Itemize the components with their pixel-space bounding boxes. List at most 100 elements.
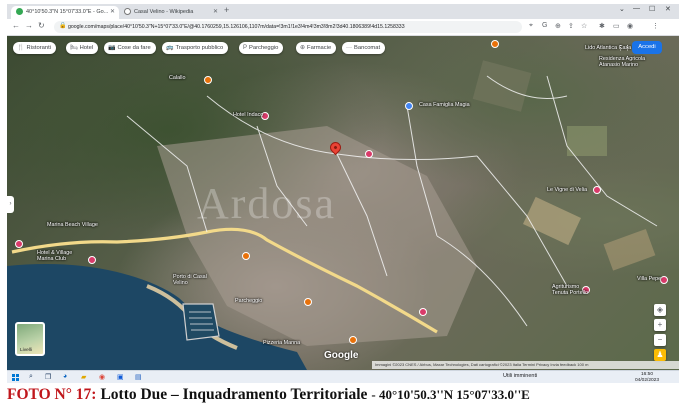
place-label[interactable]: Residenza Agricola Atanasio Marino xyxy=(599,56,659,68)
pegman-icon[interactable]: ♟ xyxy=(654,349,666,361)
poi-marker[interactable] xyxy=(419,308,427,316)
place-label[interactable]: Pizzeria Manna xyxy=(263,340,300,346)
close-tab-icon[interactable]: ✕ xyxy=(213,6,218,19)
chip-label: Bancomat xyxy=(354,45,381,51)
reload-icon[interactable]: ↻ xyxy=(38,21,45,30)
weather-widget[interactable]: Utili imminenti xyxy=(503,373,537,379)
zoom-icon[interactable]: ⊕ xyxy=(555,22,561,30)
chip-atm[interactable]: ··· Bancomat xyxy=(342,42,386,54)
windows-taskbar: ⌕ ❐ ◕ ▰ ◉ ▣ ▤ Utili imminenti 16:50 04/0… xyxy=(7,370,679,383)
poi-marker[interactable] xyxy=(204,76,212,84)
more-icon: ··· xyxy=(346,45,352,51)
windows-start-icon[interactable] xyxy=(12,374,19,381)
bus-icon: 🚌 xyxy=(166,45,174,51)
poi-marker[interactable] xyxy=(593,186,601,194)
poi-marker[interactable] xyxy=(491,40,499,48)
new-tab-button[interactable]: + xyxy=(224,5,229,15)
location-icon[interactable]: ⌖ xyxy=(529,22,533,30)
place-label[interactable]: Calallo xyxy=(169,75,185,81)
chip-label: Cose da fare xyxy=(117,45,151,51)
place-label[interactable]: Hotel Indaco xyxy=(233,112,263,118)
compass-icon[interactable]: ◈ xyxy=(654,304,666,316)
chip-label: Trasporto pubblico xyxy=(175,45,224,51)
google-logo: Google xyxy=(324,350,359,361)
caption-title: Lotto Due – Inquadramento Territoriale xyxy=(100,386,368,403)
place-label[interactable]: Porto di Casal Velino xyxy=(173,274,219,286)
poi-marker[interactable] xyxy=(660,276,668,284)
place-label[interactable]: Le Vigne di Velia xyxy=(547,187,587,193)
zoom-out-button[interactable]: − xyxy=(654,334,666,346)
chip-label: Farmacie xyxy=(307,45,332,51)
camera-icon: 📷 xyxy=(108,45,116,51)
maximize-icon[interactable]: ☐ xyxy=(649,5,655,13)
google-icon[interactable]: G xyxy=(542,22,547,29)
word-icon[interactable]: ▤ xyxy=(135,373,142,381)
zoom-in-button[interactable]: + xyxy=(654,319,666,331)
bookmark-star-icon[interactable]: ☆ xyxy=(581,22,587,30)
chevron-down-icon[interactable]: ⌄ xyxy=(619,5,625,13)
profile-icon[interactable]: ◉ xyxy=(627,22,633,30)
chip-label: Parcheggio xyxy=(249,45,279,51)
edge-browser-icon[interactable]: ◕ xyxy=(63,373,67,380)
field-area xyxy=(603,228,656,271)
fork-knife-icon: 🍴 xyxy=(17,45,25,51)
search-icon[interactable]: ⌕ xyxy=(29,373,33,381)
sidepanel-icon[interactable]: ▭ xyxy=(613,22,620,30)
poi-marker[interactable] xyxy=(405,102,413,110)
watermark: Ardosa xyxy=(197,179,337,228)
share-icon[interactable]: ⇪ xyxy=(568,22,574,30)
close-window-icon[interactable]: ✕ xyxy=(665,5,671,13)
minimize-icon[interactable]: — xyxy=(633,5,640,12)
lock-icon: 🔒 xyxy=(59,23,67,29)
chip-hotel[interactable]: 🛏 Hotel xyxy=(66,42,99,54)
extensions-icon[interactable]: ✱ xyxy=(599,22,605,30)
place-label[interactable]: Villa Pepe xyxy=(637,276,661,282)
satellite-map[interactable]: Lido Atlantica Casa Residenza Agricola A… xyxy=(7,36,679,370)
poi-marker[interactable] xyxy=(242,252,250,260)
side-panel-toggle-chevron-icon[interactable]: › xyxy=(7,196,14,213)
hotel-poi-marker[interactable] xyxy=(365,150,373,158)
chip-restaurants[interactable]: 🍴 Ristoranti xyxy=(13,42,56,54)
poi-marker[interactable] xyxy=(304,298,312,306)
poi-marker[interactable] xyxy=(349,336,357,344)
address-bar[interactable]: 🔒 google.com/maps/place/40°10'50.3"N+15°… xyxy=(54,21,522,33)
harbour-basin xyxy=(182,303,220,341)
place-label[interactable]: Agriturismo Tenuta Portello xyxy=(552,284,592,296)
tab-label: Casal Velino - Wikipedia xyxy=(134,9,194,15)
poi-marker[interactable] xyxy=(15,240,23,248)
forward-arrow-icon[interactable]: → xyxy=(25,21,33,30)
chip-things-to-do[interactable]: 📷 Cose da fare xyxy=(104,42,156,54)
wikipedia-favicon-icon xyxy=(124,8,131,16)
chrome-icon[interactable]: ◉ xyxy=(99,373,105,381)
outlook-icon[interactable]: ▣ xyxy=(117,373,124,381)
place-label[interactable]: Casa Famiglia Magia xyxy=(419,102,470,108)
sign-in-button[interactable]: Accedi xyxy=(632,41,662,54)
back-arrow-icon[interactable]: ← xyxy=(12,21,20,30)
place-label[interactable]: Marina Beach Village xyxy=(47,222,98,228)
close-tab-icon[interactable]: ✕ xyxy=(110,6,115,19)
tab-google-maps[interactable]: 40°10'50.3"N 15°07'33.0"E - Go... ✕ xyxy=(11,6,119,19)
chip-label: Hotel xyxy=(79,45,94,51)
tab-wikipedia[interactable]: Casal Velino - Wikipedia ✕ xyxy=(119,6,222,19)
system-clock[interactable]: 16:50 04/02/2023 xyxy=(635,372,659,383)
browser-tab-strip: 40°10'50.3"N 15°07'33.0"E - Go... ✕ Casa… xyxy=(7,4,679,19)
url-text: google.com/maps/place/40°10'50.3"N+15°07… xyxy=(68,24,405,30)
apps-grid-icon[interactable]: ⋮⋮ xyxy=(617,44,631,52)
map-imagery xyxy=(7,60,658,370)
caption-coordinates: - 40°10'50.3''N 15°07'33.0''E xyxy=(371,387,530,402)
chip-parking[interactable]: P Parcheggio xyxy=(239,42,284,54)
place-label[interactable]: Parcheggio xyxy=(235,298,262,304)
chip-pharmacies[interactable]: ⊕ Farmacie xyxy=(296,42,337,54)
file-explorer-icon[interactable]: ▰ xyxy=(81,373,86,381)
pharmacy-icon: ⊕ xyxy=(300,45,306,51)
menu-dots-icon[interactable]: ⋮ xyxy=(652,22,659,30)
browser-toolbar: ← → ↻ 🔒 google.com/maps/place/40°10'50.3… xyxy=(7,19,679,36)
hotel-poi-marker[interactable] xyxy=(88,256,96,264)
photo-caption: FOTO N° 17: Lotto Due – Inquadramento Te… xyxy=(7,386,679,408)
task-view-icon[interactable]: ❐ xyxy=(45,373,51,381)
map-controls: ◈ + − ♟ xyxy=(654,304,666,364)
place-label[interactable]: Hotel & Village Marina Club xyxy=(37,250,87,262)
field-area xyxy=(523,196,581,246)
layers-button[interactable]: Livelli xyxy=(15,322,45,356)
chip-public-transport[interactable]: 🚌 Trasporto pubblico xyxy=(162,42,229,54)
